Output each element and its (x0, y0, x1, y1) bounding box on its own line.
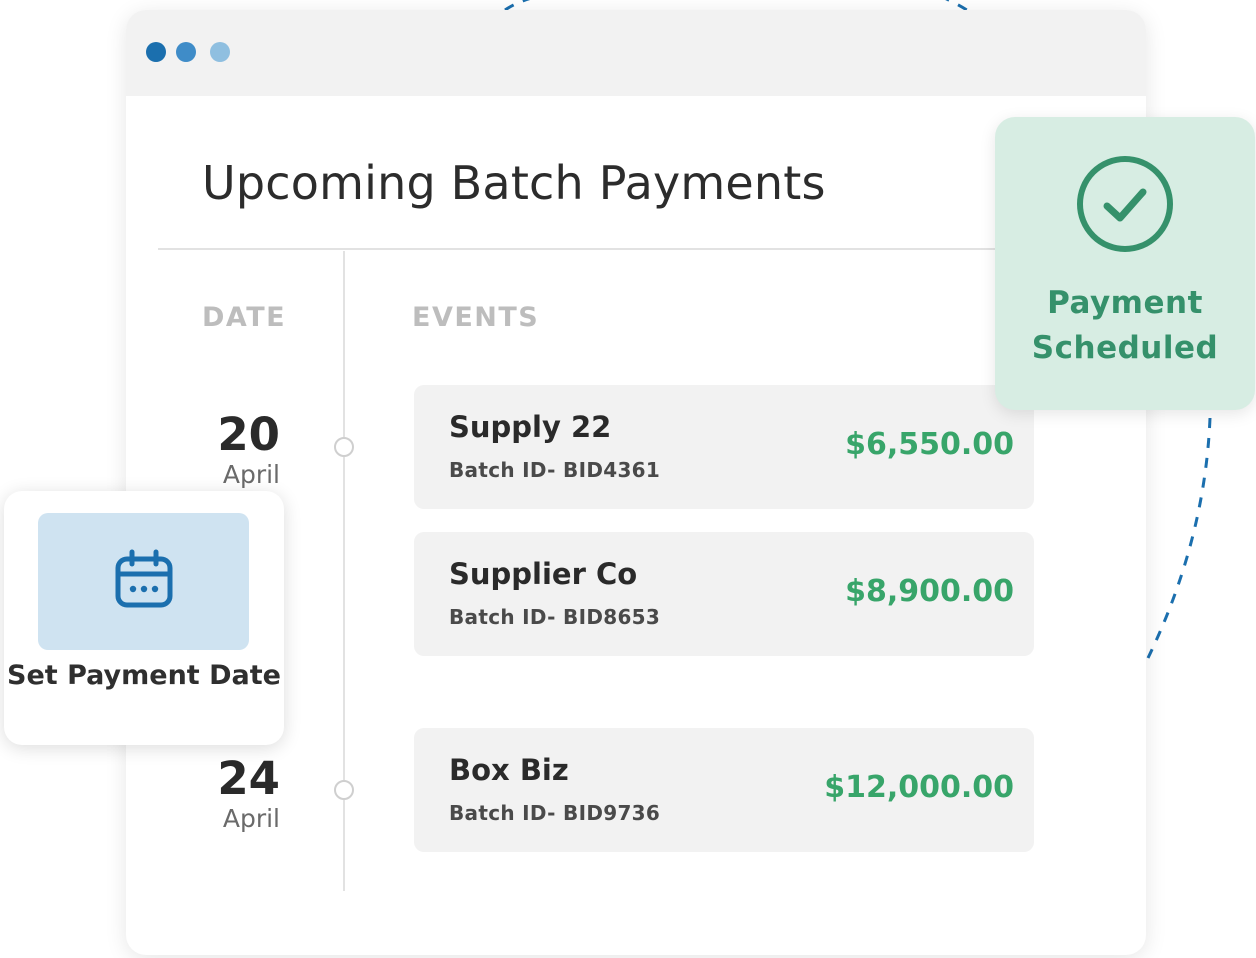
date-day: 20 (217, 408, 280, 461)
calendar-icon (115, 549, 173, 608)
supplier-name: Box Biz (449, 753, 569, 787)
window-titlebar (126, 10, 1146, 96)
timeline-node (334, 437, 354, 457)
set-payment-date-label: Set Payment Date (7, 660, 281, 691)
payment-amount: $12,000.00 (824, 770, 1014, 805)
supplier-name: Supply 22 (449, 410, 612, 444)
event-card[interactable]: Supply 22 Batch ID- BID4361 $6,550.00 (414, 385, 1034, 509)
date-month: April (222, 460, 280, 489)
payment-amount: $6,550.00 (845, 427, 1014, 462)
timeline-node (334, 780, 354, 800)
event-card[interactable]: Supplier Co Batch ID- BID8653 $8,900.00 (414, 532, 1034, 656)
date-month: April (222, 804, 280, 833)
column-header-date: DATE (202, 302, 287, 333)
payment-scheduled-label: Payment Scheduled (1031, 285, 1219, 366)
date-day: 24 (217, 752, 280, 805)
window-control-maximize[interactable] (210, 42, 230, 62)
supplier-name: Supplier Co (449, 557, 638, 591)
title-divider (158, 248, 1038, 250)
window-control-close[interactable] (146, 42, 166, 62)
column-header-events: EVENTS (412, 302, 540, 333)
set-payment-date-tile (38, 513, 249, 650)
window-control-minimize[interactable] (176, 42, 196, 62)
app-window: Upcoming Batch Payments DATE EVENTS 20 A… (126, 10, 1146, 955)
payment-scheduled-card: Payment Scheduled (995, 117, 1255, 410)
payment-amount: $8,900.00 (845, 574, 1014, 609)
page-title: Upcoming Batch Payments (202, 156, 826, 210)
set-payment-date-button[interactable]: Set Payment Date (4, 491, 284, 745)
batch-id: Batch ID- BID4361 (449, 458, 661, 482)
event-card[interactable]: Box Biz Batch ID- BID9736 $12,000.00 (414, 728, 1034, 852)
batch-id: Batch ID- BID8653 (449, 605, 661, 629)
batch-id: Batch ID- BID9736 (449, 801, 661, 825)
check-circle-icon (1077, 156, 1173, 252)
